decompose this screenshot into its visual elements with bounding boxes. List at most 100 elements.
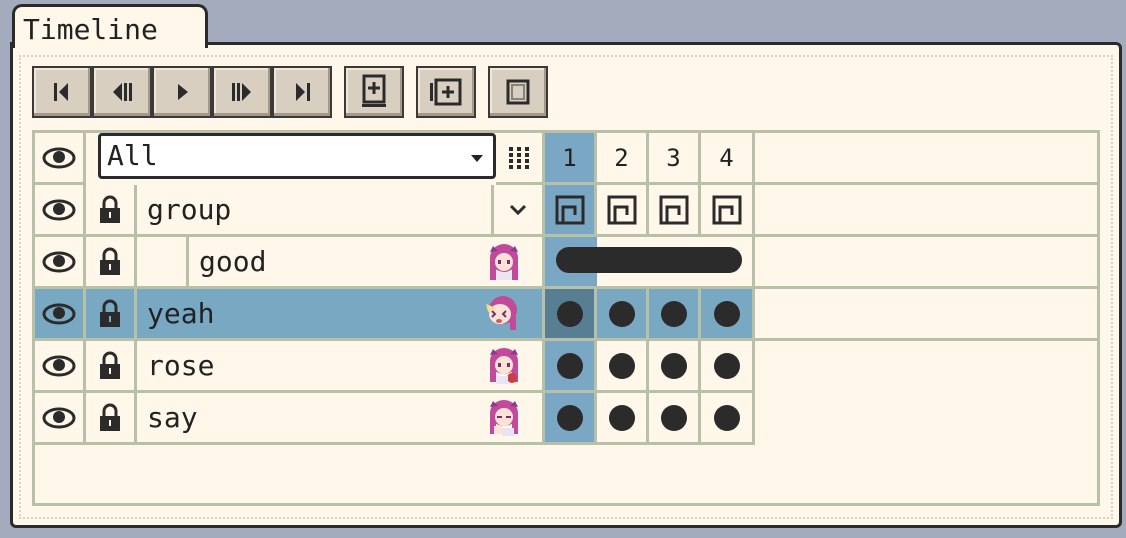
layer-visibility-toggle[interactable] [35,237,86,289]
new-frame-button[interactable] [344,66,404,118]
cel-dot [660,404,687,431]
frame-header-1[interactable]: 1 [545,133,597,185]
cel-dot [556,300,583,327]
lock-icon [100,195,120,223]
layer-indent [137,237,189,289]
group-cel-4[interactable] [701,185,755,237]
frame-empty-area [755,237,1097,289]
cel-dot [556,404,583,431]
group-cel-icon [712,195,741,224]
cel-say-3[interactable] [649,393,701,445]
group-cel-1[interactable] [545,185,597,237]
play-icon [178,84,188,100]
cel-say-4[interactable] [701,393,755,445]
eye-icon [42,355,76,376]
frame-empty-area [755,185,1097,237]
layer-filter-value: All [107,139,158,172]
layer-lock-toggle[interactable] [86,237,137,289]
layer-lock-toggle[interactable] [86,341,137,393]
group-cel-3[interactable] [649,185,701,237]
cel-dot [608,300,635,327]
first-frame-icon [54,83,68,101]
group-cel-icon [555,195,584,224]
timeline-tab[interactable]: Timeline [12,4,208,48]
cel-rose-1[interactable] [545,341,597,393]
layer-name-say[interactable]: say [137,393,545,445]
group-cel-2[interactable] [597,185,649,237]
layer-visibility-toggle[interactable] [35,341,86,393]
frame-header-3[interactable]: 3 [649,133,701,185]
layer-name-rose[interactable]: rose [137,341,545,393]
cel-rose-4[interactable] [701,341,755,393]
layer-lock-toggle[interactable] [86,289,137,341]
layer-visibility-toggle[interactable] [35,289,86,341]
layer-thumbnail-good [490,244,518,280]
layer-lock-toggle[interactable] [86,393,137,445]
frame-number: 1 [562,143,577,172]
lock-icon [100,403,120,431]
grid-dots-icon [509,146,529,169]
chevron-down-icon [471,155,483,162]
first-frame-button[interactable] [32,66,92,118]
group-cel-icon [607,195,636,224]
layer-label: rose [147,349,215,382]
cel-say-1[interactable] [545,393,597,445]
next-frame-button[interactable] [212,66,272,118]
toggle-all-visibility-button[interactable] [35,133,86,185]
frame-header-2[interactable]: 2 [597,133,649,185]
cel-yeah-1[interactable] [545,289,597,341]
layer-name-group[interactable]: group [137,185,494,237]
play-button[interactable] [152,66,212,118]
group-cel-icon [659,195,688,224]
cel-rose-3[interactable] [649,341,701,393]
lock-icon [100,247,120,275]
layer-thumbnail-yeah [486,296,517,330]
next-frame-icon [232,83,251,101]
frame-icon [506,79,530,105]
eye-icon [42,199,76,220]
layer-filter-select[interactable]: All [98,133,496,179]
layer-label: group [147,193,232,226]
layer-label: say [147,401,198,434]
cel-dot [660,300,687,327]
frame-button[interactable] [488,66,548,118]
last-frame-button[interactable] [272,66,332,118]
cel-dot [713,404,740,431]
cel-yeah-3[interactable] [649,289,701,341]
eye-icon [42,251,76,272]
layer-label: yeah [147,297,215,330]
layer-label: good [199,245,267,278]
lock-icon [100,299,120,327]
frame-header-4[interactable]: 4 [701,133,755,185]
duplicate-frame-button[interactable] [416,66,476,118]
cel-yeah-4[interactable] [701,289,755,341]
eye-icon [42,407,76,428]
eye-icon [42,303,76,324]
frame-header-empty [755,133,1097,185]
new-frame-icon [362,74,386,107]
cel-dot [608,352,635,379]
chevron-down-icon [509,204,527,215]
linked-cel-bar[interactable] [556,247,742,273]
frame-number: 3 [666,143,681,172]
layer-thumbnail-rose [490,348,518,384]
prev-frame-icon [113,83,132,101]
cel-dot [713,352,740,379]
cel-rose-2[interactable] [597,341,649,393]
layer-lock-toggle[interactable] [86,185,137,237]
layer-thumbnail-say [490,400,518,436]
cel-dot [556,352,583,379]
frame-grid-toggle[interactable] [496,133,545,185]
last-frame-icon [296,83,310,101]
cel-say-2[interactable] [597,393,649,445]
frame-empty-area [755,289,1097,341]
duplicate-frame-icon [430,78,462,106]
layer-visibility-toggle[interactable] [35,185,86,237]
cel-yeah-2[interactable] [597,289,649,341]
cel-dot [660,352,687,379]
eye-icon [42,147,76,168]
group-collapse-toggle[interactable] [494,185,545,237]
layer-visibility-toggle[interactable] [35,393,86,445]
lock-icon [100,351,120,379]
prev-frame-button[interactable] [92,66,152,118]
